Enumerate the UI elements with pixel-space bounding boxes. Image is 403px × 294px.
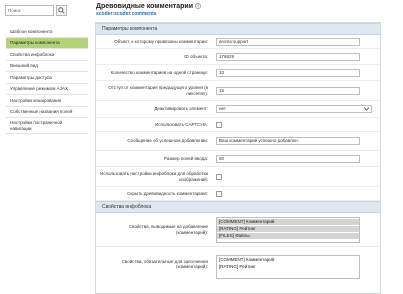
row-indent: Отступ от комментария предыдущего уровня… <box>96 81 380 101</box>
success-label: Сообщение об успешном добавлении: <box>127 138 208 144</box>
row-deactivate: Деактивировать элемент: нет <box>96 101 380 118</box>
input-size-label: Размер полей ввода: <box>164 155 208 161</box>
sidebar-item-iblock-props[interactable]: Свойства инфоблока <box>6 49 88 61</box>
hide-tree-checkbox[interactable] <box>216 191 222 197</box>
row-use-iblock: Использовать настройки инфоблока для обр… <box>96 167 380 187</box>
required-props-list[interactable]: [COMMENT] Комментарий [RATING] Рейтинг <box>216 255 360 279</box>
search-icon <box>58 7 65 14</box>
component-code-link[interactable]: scoder:scoder.comments <box>96 11 157 17</box>
deactivate-value: нет <box>219 106 226 111</box>
page-title: Древовидные комментарии i <box>96 3 202 10</box>
row-per-page: Количество комментариев на одной страниц… <box>96 65 380 81</box>
sidebar-item-component-params[interactable]: Параметры компонента <box>6 37 88 49</box>
display-props-label: Свойства, выводимые на добавление (комме… <box>128 224 208 235</box>
captcha-label: Использовать CAPTCHA: <box>155 121 208 127</box>
section-iblock-props: Свойства инфоблока <box>96 201 380 213</box>
indent-input[interactable]: 15 <box>216 87 360 95</box>
row-object-id: ID объекта: 176629 <box>96 49 380 65</box>
sidebar-item-field-names[interactable]: Собственные названия полей <box>6 107 88 118</box>
captcha-checkbox[interactable] <box>216 122 222 128</box>
object-id-label: ID объекта: <box>184 53 208 59</box>
deactivate-select[interactable]: нет <box>216 105 372 113</box>
deactivate-label: Деактивировать элемент: <box>154 106 208 112</box>
indent-label: Отступ от комментария предыдущего уровня… <box>108 85 208 96</box>
sidebar-nav: Шаблон компонента Параметры компонента С… <box>6 26 88 134</box>
search-input[interactable]: Поиск <box>5 5 54 16</box>
use-iblock-checkbox[interactable] <box>216 174 222 180</box>
display-props-option[interactable]: [RATING] Рейтинг <box>217 226 359 232</box>
row-input-size: Размер полей ввода: 50 <box>96 151 380 167</box>
per-page-label: Количество комментариев на одной страниц… <box>110 69 208 75</box>
settings-panel: Параметры компонента Объект, к которому … <box>95 22 381 294</box>
per-page-input[interactable]: 10 <box>216 69 360 77</box>
row-captcha: Использовать CAPTCHA: <box>96 118 380 132</box>
required-props-option[interactable]: [COMMENT] Комментарий <box>217 257 359 263</box>
sidebar-item-cache[interactable]: Настройки кеширования <box>6 95 88 107</box>
object-id-input[interactable]: 176629 <box>216 53 360 61</box>
object-input[interactable]: aroma:support <box>216 38 360 46</box>
row-required-props: Свойства, обязательные для заполнения (к… <box>96 247 380 281</box>
sidebar-item-appearance[interactable]: Внешний вид <box>6 61 88 72</box>
success-input[interactable]: Ваш комментарий успешно добавлен. <box>216 137 360 145</box>
required-props-label: Свойства, обязательные для заполнения (к… <box>121 258 208 270</box>
help-icon[interactable]: i <box>195 3 202 10</box>
sidebar-item-access[interactable]: Параметры доступа <box>6 72 88 84</box>
input-size-input[interactable]: 50 <box>216 155 360 163</box>
sidebar-item-ajax[interactable]: Управление режимом AJAX <box>6 84 88 95</box>
row-display-props: Свойства, выводимые на добавление (комме… <box>96 213 380 247</box>
display-props-option[interactable]: [COMMENT] Комментарий <box>217 219 359 225</box>
row-object: Объект, к которому привязаны комментарии… <box>96 35 380 49</box>
sidebar: Поиск Шаблон компонента Параметры компон… <box>0 0 92 294</box>
object-label: Объект, к которому привязаны комментарии… <box>114 38 208 44</box>
page-title-text: Древовидные комментарии <box>96 3 194 10</box>
row-hide-tree: Скрыть древовидность комментариев: <box>96 187 380 201</box>
display-props-option[interactable]: [FILES] Файлы <box>217 233 359 239</box>
sidebar-item-template[interactable]: Шаблон компонента <box>6 26 88 38</box>
display-props-list[interactable]: [COMMENT] Комментарий [RATING] Рейтинг [… <box>216 217 360 243</box>
section-component-params: Параметры компонента <box>96 23 380 35</box>
required-props-option[interactable]: [RATING] Рейтинг <box>217 264 359 270</box>
use-iblock-label: Использовать настройки инфоблока для обр… <box>100 171 208 182</box>
hide-tree-label: Скрыть древовидность комментариев: <box>127 190 208 196</box>
search-button[interactable] <box>56 5 67 16</box>
sidebar-item-pagination[interactable]: Настройки постраничной навигации <box>6 118 88 134</box>
row-success-message: Сообщение об успешном добавлении: Ваш ко… <box>96 132 380 151</box>
chevron-down-icon <box>364 107 369 111</box>
